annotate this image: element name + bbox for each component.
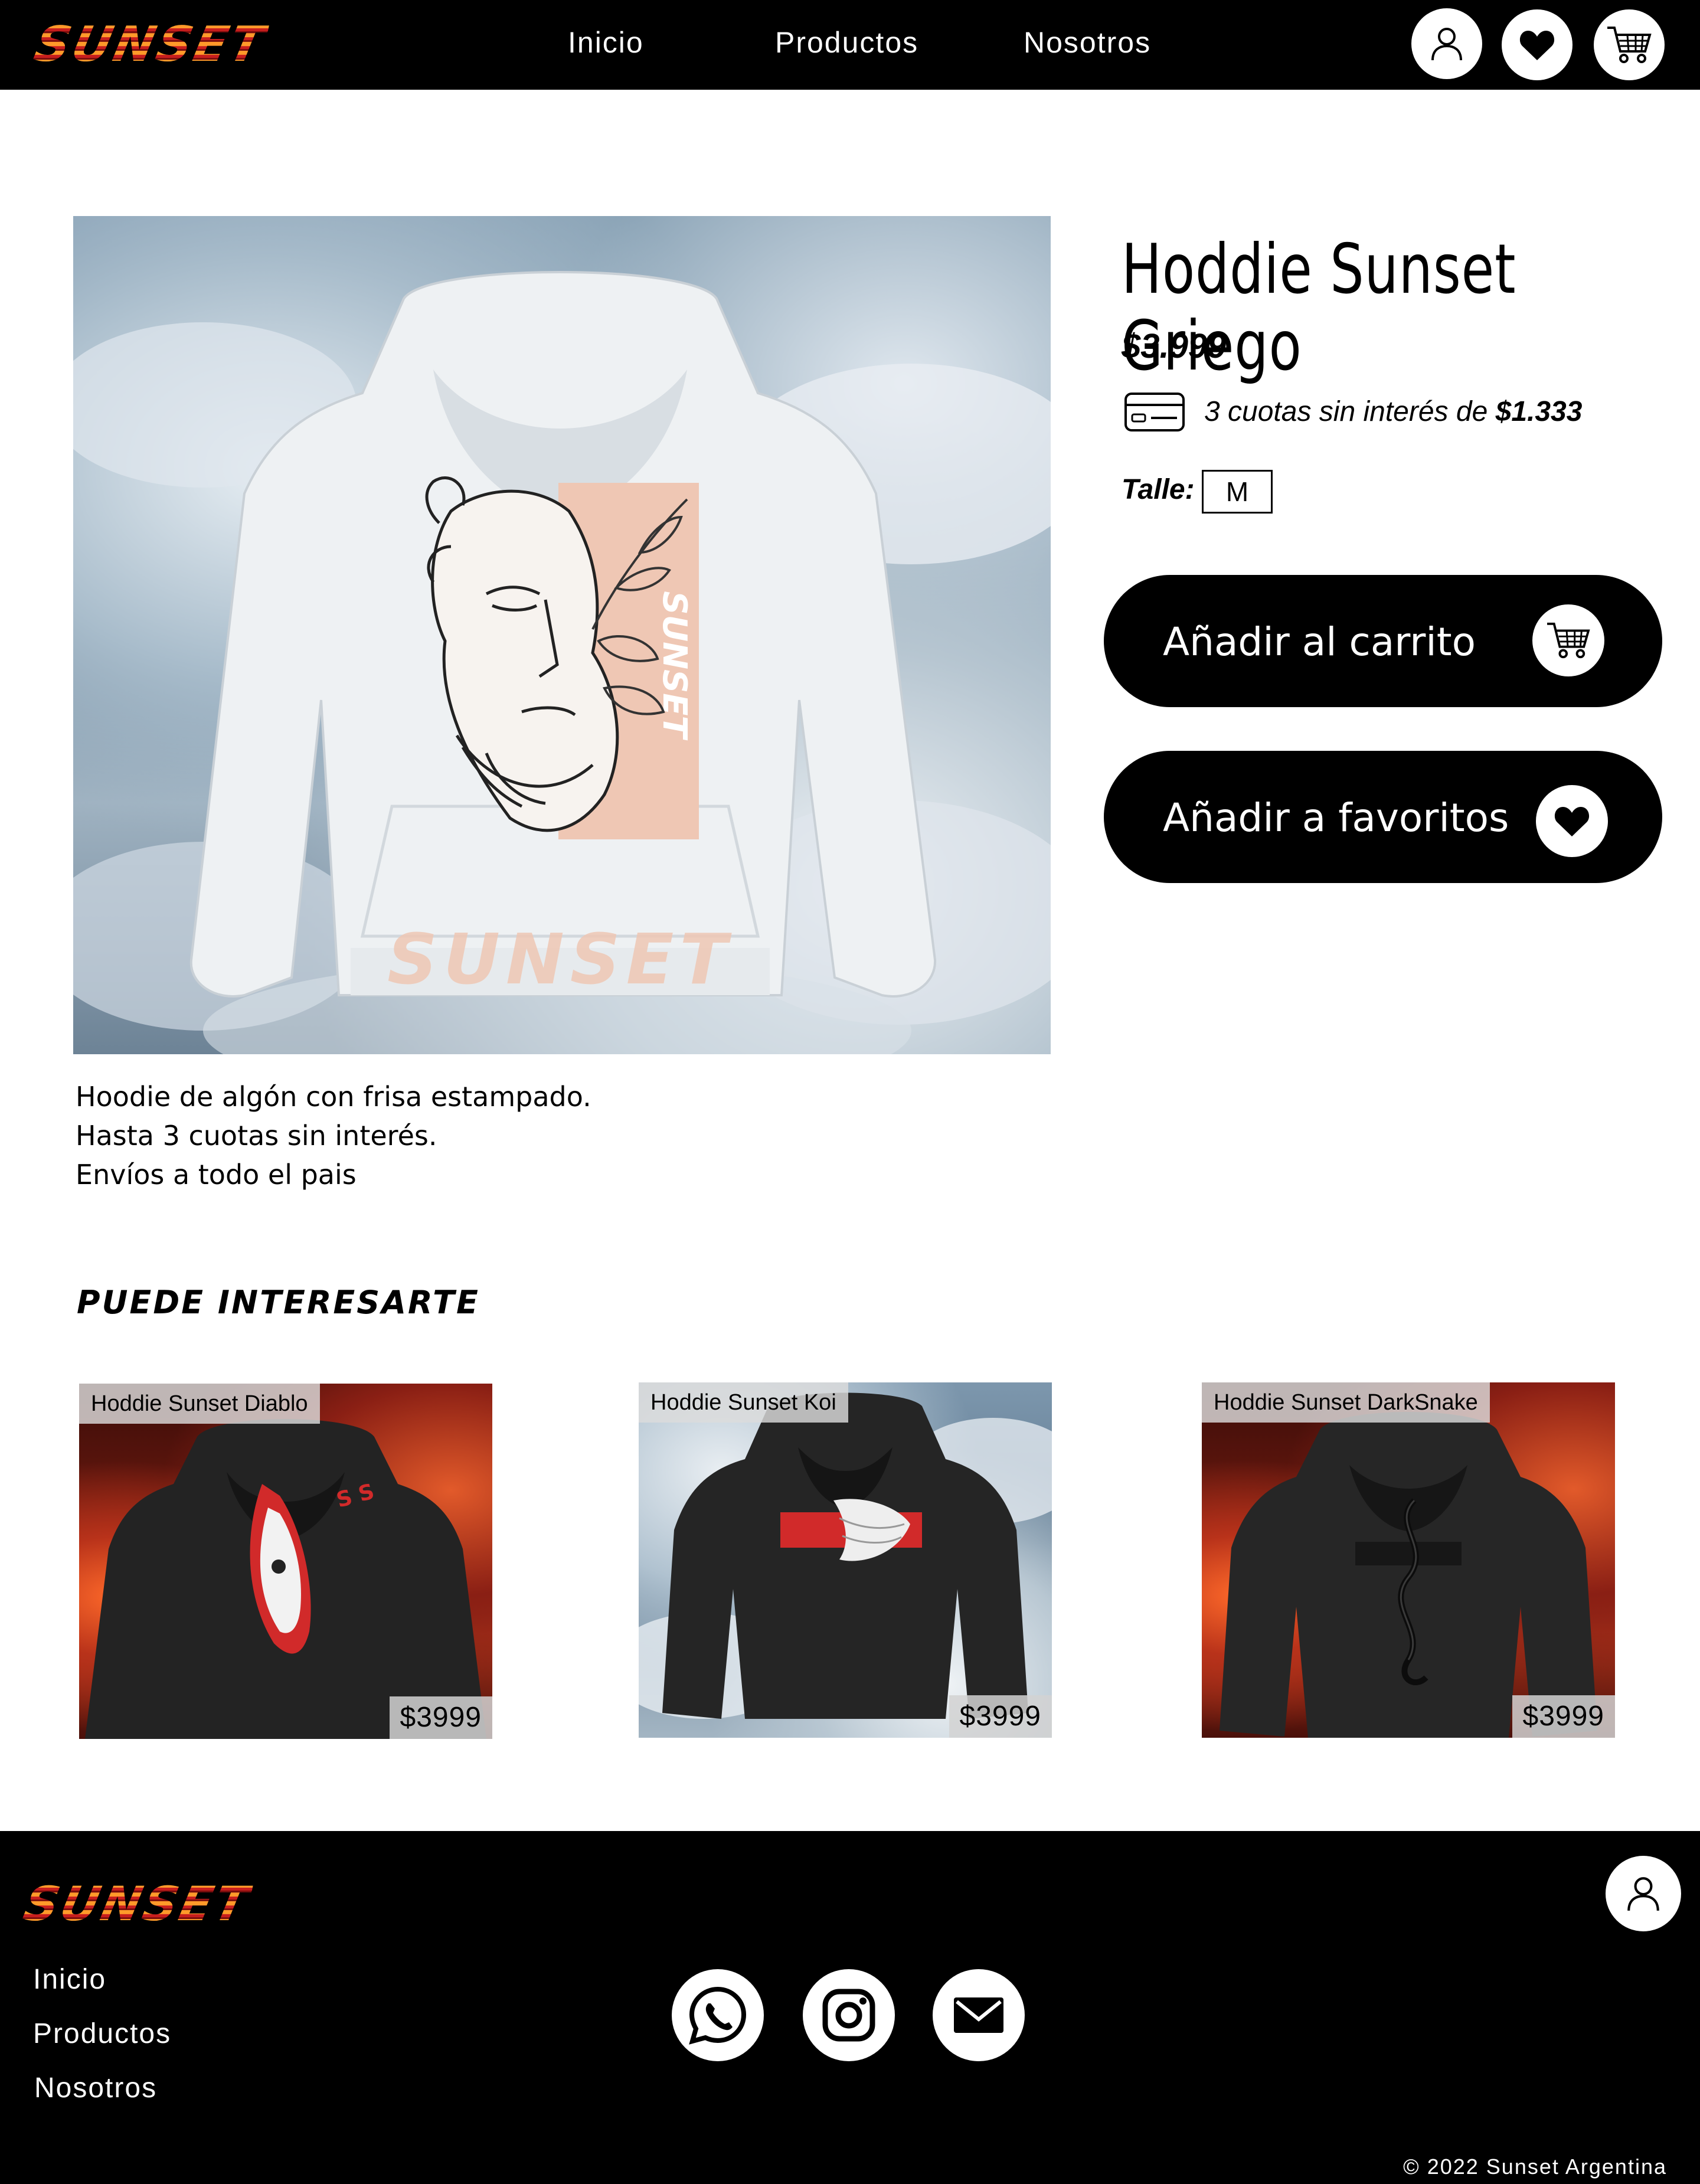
- cart-icon: [1607, 27, 1652, 63]
- hoodie-thumbnail: [639, 1392, 1052, 1719]
- copyright-text: © 2022 Sunset Argentina: [1403, 2154, 1667, 2179]
- size-label: Talle:: [1122, 474, 1195, 505]
- add-to-favorites-button[interactable]: Añadir a favoritos: [1104, 751, 1662, 883]
- add-to-cart-button[interactable]: Añadir al carrito: [1104, 575, 1662, 707]
- add-to-cart-icon-wrap: [1532, 604, 1604, 676]
- related-card-koi[interactable]: Hoddie Sunset Koi $3999: [639, 1382, 1052, 1738]
- whatsapp-button[interactable]: [672, 1969, 764, 2061]
- footer-link-inicio[interactable]: Inicio: [33, 1962, 106, 1997]
- related-card-name: Hoddie Sunset Diablo: [79, 1384, 320, 1424]
- related-card-price: $3999: [389, 1696, 492, 1739]
- installments-info: 3 cuotas sin interés de $1.333: [1204, 394, 1582, 430]
- cart-icon: [1547, 622, 1590, 659]
- hoodie-illustration: SUNSET SUNSET: [73, 271, 1051, 1054]
- related-card-price: $3999: [1512, 1695, 1615, 1738]
- footer-account-button[interactable]: [1606, 1856, 1681, 1931]
- installments-amount: $1.333: [1495, 396, 1583, 427]
- cart-button[interactable]: [1594, 9, 1665, 80]
- user-icon: [1627, 1877, 1659, 1911]
- hoodie-thumbnail: S S: [85, 1419, 486, 1739]
- product-image: SUNSET SUNSET: [73, 216, 1051, 1054]
- favorites-button[interactable]: [1502, 9, 1572, 80]
- nav-inicio[interactable]: Inicio: [568, 24, 644, 61]
- nav-nosotros[interactable]: Nosotros: [1024, 24, 1151, 61]
- add-to-favorites-icon-wrap: [1536, 785, 1608, 857]
- nav-productos[interactable]: Productos: [775, 24, 918, 61]
- add-to-cart-label: Añadir al carrito: [1163, 619, 1476, 665]
- hoodie-thumbnail: [1220, 1412, 1597, 1738]
- related-card-name: Hoddie Sunset DarkSnake: [1202, 1382, 1490, 1423]
- mail-button[interactable]: [933, 1969, 1025, 2061]
- site-footer: SUNSET Inicio Productos Nosotros © 2022 …: [0, 1831, 1700, 2184]
- user-icon: [1431, 28, 1462, 61]
- product-price: $3.999: [1122, 327, 1227, 365]
- footer-link-nosotros[interactable]: Nosotros: [34, 2071, 157, 2106]
- description-line: Hasta 3 cuotas sin interés.: [76, 1120, 437, 1152]
- size-selector[interactable]: M: [1202, 470, 1273, 514]
- footer-link-productos[interactable]: Productos: [33, 2016, 171, 2052]
- instagram-icon: [822, 1989, 875, 2042]
- description-line: Hoodie de algón con frisa estampado.: [76, 1081, 591, 1113]
- account-button[interactable]: [1411, 8, 1482, 79]
- instagram-button[interactable]: [803, 1969, 895, 2061]
- brand-logo[interactable]: SUNSET: [29, 15, 272, 74]
- hoodie-print-text: SUNSET: [655, 591, 694, 740]
- related-section-title: PUEDE INTERESARTE: [77, 1284, 480, 1321]
- heart-icon: [1519, 31, 1555, 60]
- description-line: Envíos a todo el pais: [76, 1159, 357, 1191]
- whatsapp-icon: [689, 1986, 747, 2045]
- heart-icon: [1554, 807, 1590, 836]
- footer-logo[interactable]: SUNSET: [18, 1875, 256, 1934]
- related-card-name: Hoddie Sunset Koi: [639, 1382, 848, 1423]
- related-card-diablo[interactable]: S S Hoddie Sunset Diablo $3999: [79, 1384, 492, 1739]
- mail-icon: [954, 1997, 1003, 2033]
- related-card-price: $3999: [949, 1695, 1052, 1738]
- credit-card-icon: [1124, 393, 1185, 431]
- related-card-darksnake[interactable]: Hoddie Sunset DarkSnake $3999: [1202, 1382, 1615, 1738]
- add-to-favorites-label: Añadir a favoritos: [1163, 795, 1509, 841]
- installments-text: 3 cuotas sin interés de: [1204, 396, 1488, 427]
- hoodie-bottom-text: SUNSET: [387, 918, 733, 1000]
- site-header: SUNSET Inicio Productos Nosotros: [0, 0, 1700, 90]
